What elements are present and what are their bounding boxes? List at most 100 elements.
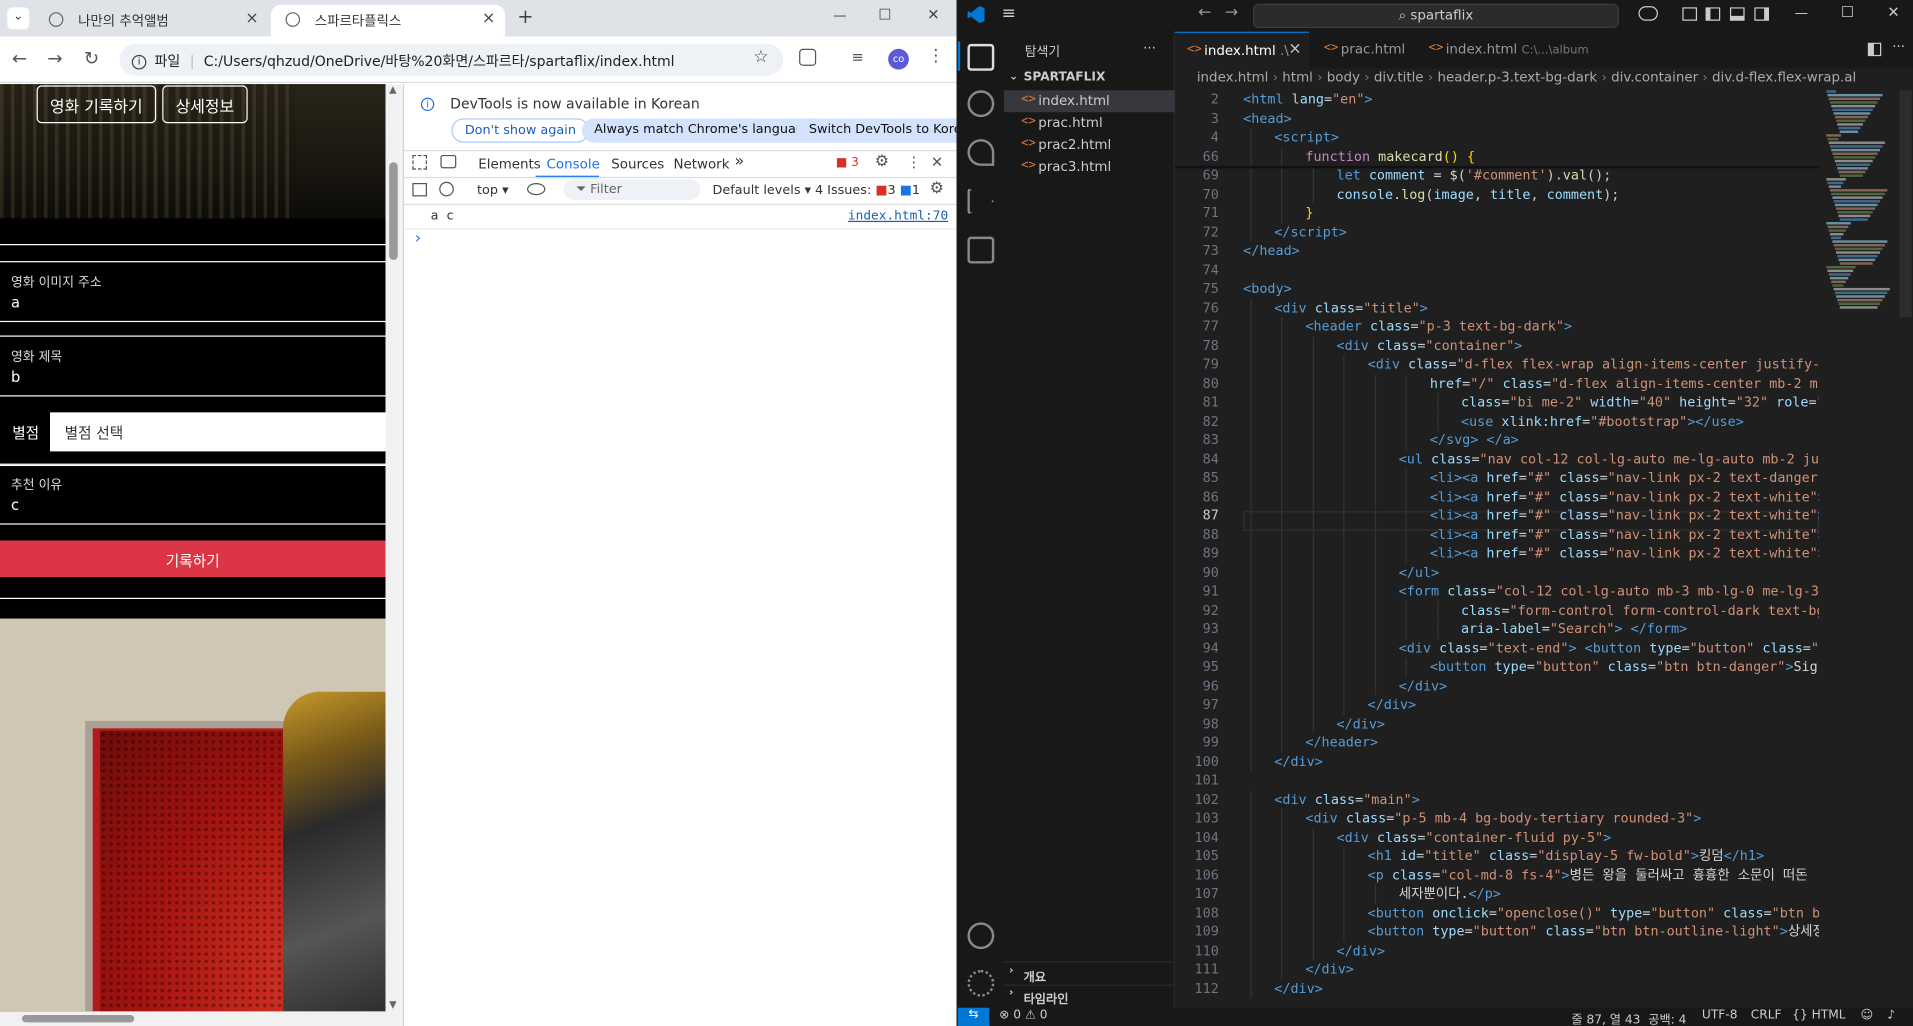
page-vertical-scrollbar[interactable]: ▲ ▼	[385, 84, 402, 1012]
code-line[interactable]: class="form-control form-control-dark te…	[1461, 601, 1819, 620]
rating-select[interactable]: 별점 선택	[50, 412, 386, 452]
settings-gear-icon[interactable]: ⚙	[875, 153, 889, 171]
code-line[interactable]: <li><a href="#" class="nav-link px-2 tex…	[1430, 506, 1819, 525]
code-line[interactable]: </div>	[1337, 714, 1385, 733]
encoding-setting[interactable]: UTF-8	[1702, 1009, 1738, 1022]
context-selector[interactable]: top ▾	[477, 183, 509, 198]
issues-counter[interactable]: 4 Issues: ■3 ■1	[815, 183, 920, 198]
explorer-files-icon[interactable]	[967, 43, 995, 71]
code-line[interactable]: console.log(image, title, comment);	[1337, 185, 1620, 204]
detail-info-button[interactable]: 상세정보	[162, 85, 248, 124]
code-line[interactable]: </div>	[1399, 676, 1447, 695]
back-button[interactable]: ←	[7, 48, 31, 70]
code-line[interactable]: <div class="title">	[1274, 298, 1428, 317]
editor-tab-prac-html[interactable]: <> prac.html	[1312, 32, 1414, 69]
avatar[interactable]: co	[888, 48, 909, 70]
code-line[interactable]: <ul class="nav col-12 col-lg-auto me-lg-…	[1399, 450, 1819, 469]
console-log-source-link[interactable]: index.html:70	[848, 209, 948, 224]
info-icon[interactable]: i	[131, 54, 147, 69]
code-line[interactable]: <li><a href="#" class="nav-link px-2 tex…	[1430, 468, 1819, 487]
code-line[interactable]: <div class="p-5 mb-4 bg-body-tertiary ro…	[1305, 809, 1701, 828]
layout-secondary-icon[interactable]	[1754, 7, 1769, 21]
movie-title-field[interactable]: 영화 제목 b	[0, 335, 386, 397]
code-line[interactable]: </div>	[1368, 695, 1416, 714]
timeline-section[interactable]: › 타임라인	[1004, 986, 1175, 1008]
image-url-field[interactable]: 영화 이미지 주소 a	[0, 261, 386, 323]
editor-more-icon[interactable]: ···	[1892, 39, 1905, 55]
code-line[interactable]: function makecard() {	[1305, 147, 1475, 166]
code-line[interactable]: <div class="text-end"> <button type="but…	[1399, 639, 1819, 658]
code-line[interactable]: <html lang="en">	[1243, 90, 1372, 109]
split-editor-icon[interactable]	[1867, 42, 1882, 57]
code-line[interactable]: <div class="main">	[1274, 790, 1419, 809]
layout-sidebar-icon[interactable]	[1682, 7, 1698, 21]
editor-tab-album-index[interactable]: <> index.html C:\...\album	[1416, 32, 1599, 69]
record-movie-button[interactable]: 영화 기록하기	[36, 85, 157, 124]
minimize-button[interactable]: —	[833, 7, 846, 23]
code-line[interactable]: </header>	[1305, 733, 1378, 752]
code-line[interactable]: <button type="button" class="btn btn-dan…	[1430, 658, 1819, 677]
code-editor[interactable]: <html lang="en"> <head> <script> function m…	[1243, 90, 1819, 1007]
reload-button[interactable]: ↻	[79, 48, 103, 70]
manage-gear-icon[interactable]	[967, 969, 995, 997]
code-line[interactable]: </head>	[1243, 242, 1300, 261]
code-line[interactable]: <li><a href="#" class="nav-link px-2 tex…	[1430, 487, 1819, 506]
console-settings-icon[interactable]: ⚙	[930, 179, 944, 197]
code-line[interactable]: <p class="col-md-8 fs-4">병든 왕을 둘러싸고 흉흉한 …	[1368, 866, 1808, 885]
folder-spartaflix[interactable]: ⌄ SPARTAFLIX	[1004, 68, 1175, 90]
match-language-button[interactable]: Always match Chrome's language	[581, 118, 825, 143]
close-window-button[interactable]: ✕	[1887, 4, 1899, 21]
editor-scrollbar[interactable]	[1899, 90, 1912, 318]
extensions-icon[interactable]	[967, 236, 995, 264]
explorer-more-icon[interactable]: ···	[1143, 40, 1156, 56]
indentation-setting[interactable]: 공백: 4	[1648, 1009, 1686, 1026]
breadcrumb-item[interactable]: header.p-3.text-bg-dark	[1437, 70, 1597, 86]
close-tab-icon[interactable]: ×	[482, 10, 495, 28]
code-line[interactable]: <use xlink:href="#bootstrap"></use>	[1461, 412, 1744, 431]
maximize-button[interactable]: ☐	[1841, 4, 1854, 21]
switch-korean-button[interactable]: Switch DevTools to Korean	[796, 118, 957, 143]
breadcrumb-item[interactable]: body	[1327, 70, 1360, 86]
notifications-bell-icon[interactable]: ♪	[1887, 1009, 1895, 1022]
tab-memory-album[interactable]: 나만의 추억앨범 ×	[34, 5, 268, 37]
code-line[interactable]: <div class="container-fluid py-5">	[1337, 828, 1612, 847]
close-window-button[interactable]: ✕	[927, 6, 939, 23]
close-tab-icon[interactable]: ×	[245, 10, 258, 28]
code-line[interactable]: <button type="button" class="btn btn-out…	[1368, 922, 1819, 941]
code-line[interactable]: <li><a href="#" class="nav-link px-2 tex…	[1430, 525, 1819, 544]
code-line[interactable]: 세자뿐이다.</p>	[1399, 885, 1501, 904]
forward-button[interactable]: →	[43, 48, 67, 70]
code-line[interactable]: }	[1305, 204, 1313, 223]
file-prac-html[interactable]: <> prac.html	[1004, 112, 1175, 134]
address-bar[interactable]: i 파일 | C:/Users/qhzud/OneDrive/바탕%20화면/스…	[119, 43, 784, 76]
account-icon[interactable]	[967, 922, 995, 950]
cursor-position[interactable]: 줄 87, 열 43	[1571, 1009, 1640, 1026]
more-options-icon[interactable]: ⋮	[906, 154, 921, 171]
code-line[interactable]: <script>	[1274, 128, 1339, 147]
code-line[interactable]: aria-label="Search"> </form>	[1461, 620, 1687, 639]
nav-forward-icon[interactable]: →	[1225, 4, 1238, 22]
close-tab-icon[interactable]: ×	[1288, 40, 1301, 58]
new-tab-button[interactable]: +	[517, 5, 533, 28]
tab-elements[interactable]: Elements	[478, 156, 541, 172]
layout-bottom-icon[interactable]	[1729, 7, 1745, 21]
menu-icon[interactable]: ⋮	[927, 46, 944, 66]
breadcrumb-item[interactable]: div.d-flex.flex-wrap.al	[1712, 70, 1856, 86]
scroll-thumb[interactable]	[21, 1015, 135, 1023]
hamburger-menu-icon[interactable]: ≡	[1002, 4, 1016, 24]
code-line[interactable]: <form class="col-12 col-lg-auto mb-3 mb-…	[1399, 582, 1819, 601]
sidebar-toggle-icon[interactable]	[412, 183, 427, 197]
bookmark-star-icon[interactable]: ☆	[753, 48, 768, 68]
media-icon[interactable]: ≡	[852, 49, 864, 66]
minimize-button[interactable]: —	[1795, 5, 1808, 21]
run-debug-icon[interactable]	[967, 187, 995, 215]
command-center-search[interactable]: ⌕ spartaflix	[1252, 3, 1619, 29]
console-filter-input[interactable]: ⏷ Filter	[563, 179, 701, 201]
close-devtools-icon[interactable]: ✕	[931, 154, 943, 171]
live-expression-eye-icon[interactable]	[527, 183, 546, 196]
page-horizontal-scrollbar[interactable]	[0, 1011, 402, 1026]
maximize-button[interactable]: ☐	[878, 6, 891, 23]
file-index-html[interactable]: <> index.html	[1004, 90, 1175, 113]
file-prac3-html[interactable]: <> prac3.html	[1004, 156, 1175, 178]
code-line[interactable]: </svg> </a>	[1430, 431, 1519, 450]
